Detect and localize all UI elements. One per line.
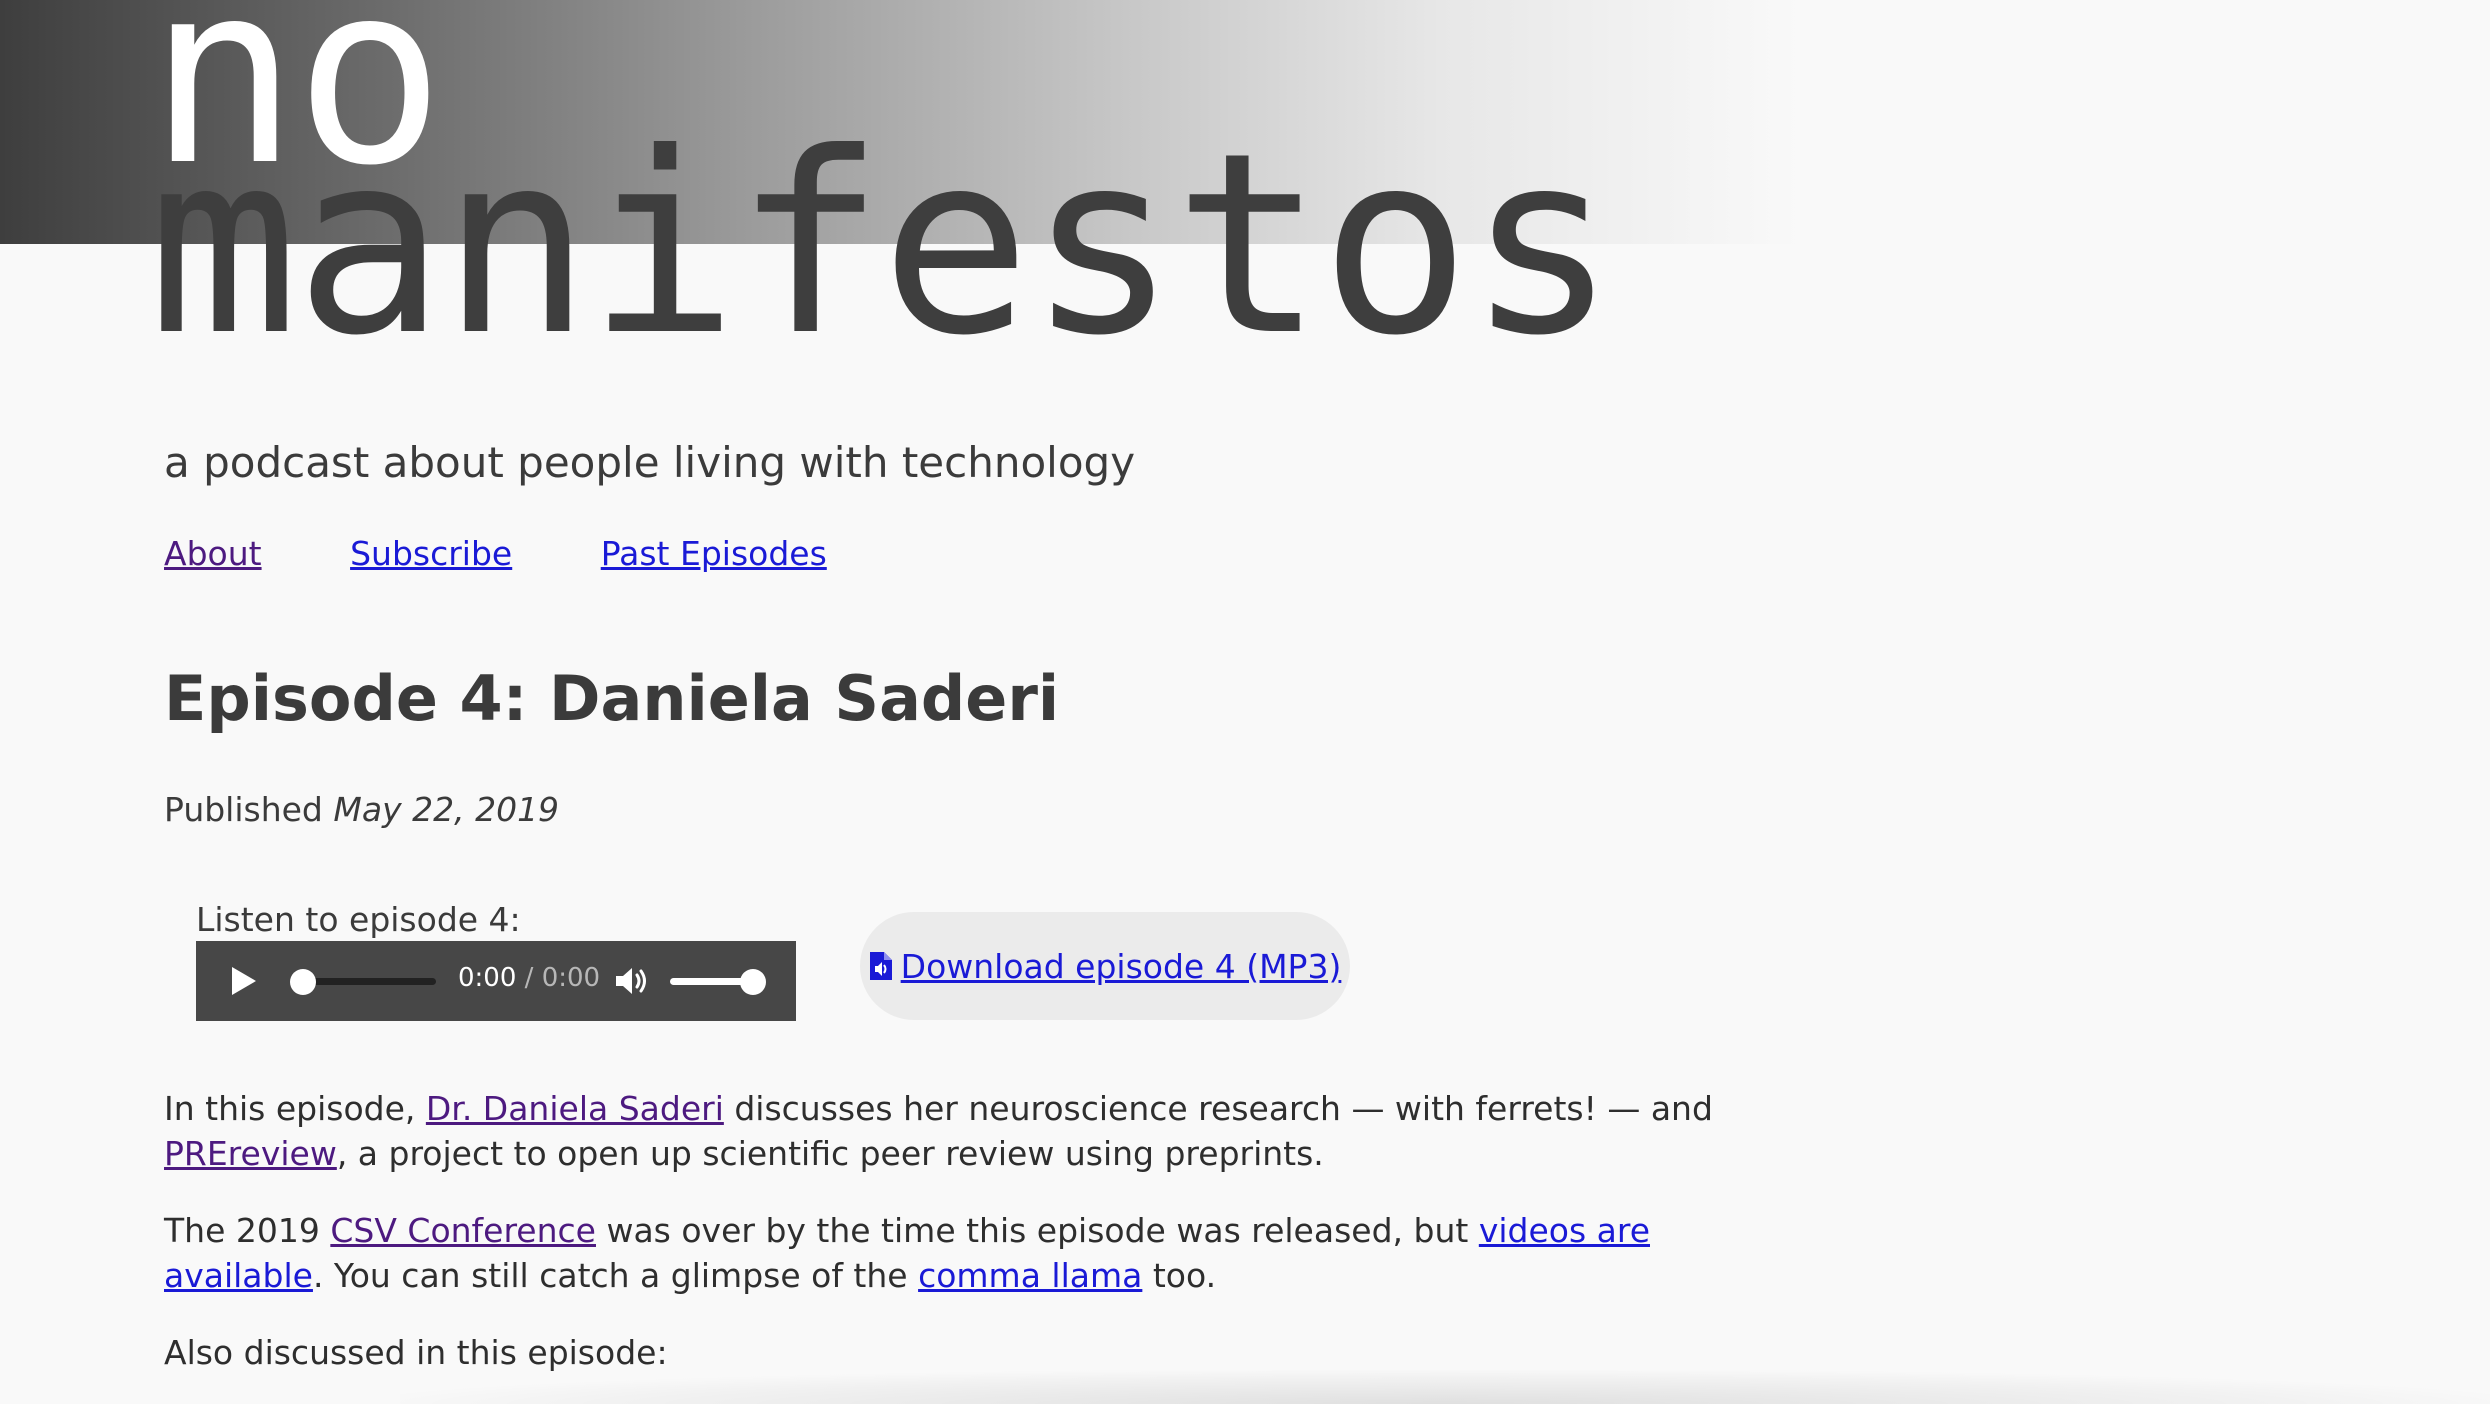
p1-text-2: discusses her neuroscience research — wi… bbox=[723, 1089, 1713, 1128]
nav-link-subscribe[interactable]: Subscribe bbox=[350, 534, 512, 573]
download-box: Download episode 4 (MP3) bbox=[860, 912, 1350, 1020]
listen-label: Listen to episode 4: bbox=[196, 900, 521, 939]
volume-handle[interactable] bbox=[740, 969, 766, 995]
p2-text-2: was over by the time this episode was re… bbox=[595, 1211, 1479, 1250]
time-display: 0:00 / 0:00 bbox=[458, 963, 600, 993]
conference-paragraph: The 2019 CSV Conference was over by the … bbox=[164, 1208, 1784, 1298]
link-comma-llama[interactable]: comma llama bbox=[918, 1256, 1142, 1295]
p2-text-1: The 2019 bbox=[164, 1211, 331, 1250]
nav-link-about[interactable]: About bbox=[164, 534, 262, 573]
volume-slider[interactable] bbox=[670, 978, 750, 985]
file-audio-icon bbox=[869, 952, 892, 980]
p1-text-3: , a project to open up scientific peer r… bbox=[336, 1134, 1324, 1173]
intro-paragraph: In this episode, Dr. Daniela Saderi disc… bbox=[164, 1086, 1784, 1176]
time-separator: / bbox=[516, 963, 542, 993]
bottom-shadow bbox=[400, 1370, 2490, 1404]
current-time: 0:00 bbox=[458, 963, 517, 993]
seek-handle[interactable] bbox=[290, 969, 316, 995]
also-discussed-heading: Also discussed in this episode: bbox=[164, 1333, 668, 1372]
link-csv-conference[interactable]: CSV Conference bbox=[330, 1211, 596, 1250]
p2-text-3: . You can still catch a glimpse of the bbox=[312, 1256, 919, 1295]
download-mp3-link[interactable]: Download episode 4 (MP3) bbox=[869, 946, 1342, 986]
episode-title: Episode 4: Daniela Saderi bbox=[164, 662, 1060, 735]
p2-text-4: too. bbox=[1142, 1256, 1217, 1295]
p1-text-1: In this episode, bbox=[164, 1089, 426, 1128]
download-label: Download episode 4 (MP3) bbox=[900, 946, 1342, 986]
link-prereview[interactable]: PREreview bbox=[164, 1134, 337, 1173]
seek-bar[interactable] bbox=[302, 978, 436, 985]
volume-icon[interactable] bbox=[614, 965, 650, 997]
published-date-value: May 22, 2019 bbox=[333, 790, 560, 829]
play-icon[interactable] bbox=[232, 967, 256, 995]
logo-text-manifestos: manifestos bbox=[148, 99, 1617, 390]
link-daniela-saderi[interactable]: Dr. Daniela Saderi bbox=[426, 1089, 724, 1128]
nav-link-past-episodes[interactable]: Past Episodes bbox=[601, 534, 827, 573]
site-tagline: a podcast about people living with techn… bbox=[164, 438, 1136, 487]
published-date: Published May 22, 2019 bbox=[164, 790, 559, 829]
audio-player[interactable]: 0:00 / 0:00 bbox=[196, 941, 796, 1021]
main-nav: About Subscribe Past Episodes bbox=[164, 534, 905, 573]
published-prefix: Published bbox=[164, 790, 323, 829]
duration: 0:00 bbox=[541, 963, 601, 993]
